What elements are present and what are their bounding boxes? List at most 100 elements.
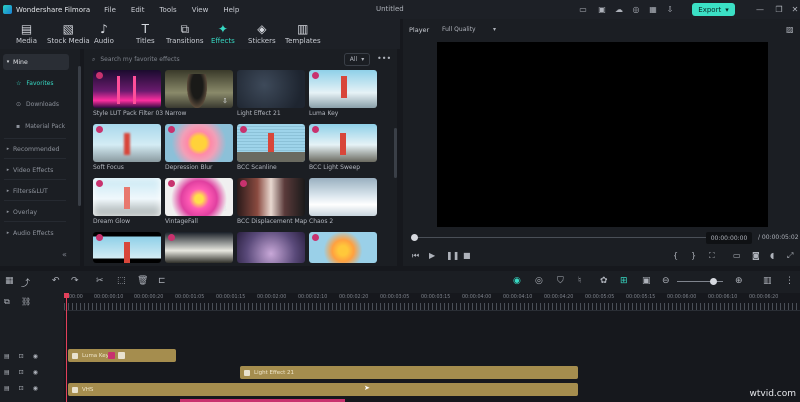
- menu-view[interactable]: View: [192, 6, 209, 14]
- sidebar-item-mine[interactable]: ▾ Mine: [3, 54, 69, 70]
- monitor-icon[interactable]: ▭: [577, 3, 589, 15]
- tab-effects[interactable]: ✦ Effects: [211, 22, 235, 48]
- marker-icon[interactable]: ⛉: [557, 276, 564, 286]
- zoom-slider-handle[interactable]: [710, 278, 717, 285]
- fullscreen-icon[interactable]: ⛶: [709, 251, 715, 261]
- filter-select[interactable]: All ▾: [344, 53, 370, 66]
- eye-icon[interactable]: ◉: [33, 369, 38, 376]
- tab-titles[interactable]: T Titles: [136, 22, 155, 48]
- sidebar-item-material-pack[interactable]: ▪ Material Pack: [16, 123, 65, 130]
- more-vertical-icon[interactable]: ⋮: [785, 276, 794, 286]
- restore-icon[interactable]: ❐: [773, 3, 785, 15]
- search-input[interactable]: ⌕ Search my favorite effects: [92, 53, 425, 66]
- lock-icon[interactable]: ⊡: [19, 385, 24, 392]
- effect-thumbnail[interactable]: [93, 232, 161, 263]
- expand-icon[interactable]: ⤢: [787, 251, 793, 261]
- play-icon[interactable]: ▶: [429, 251, 435, 260]
- render-icon[interactable]: ◎: [535, 276, 543, 286]
- effect-thumbnail[interactable]: [93, 124, 161, 162]
- tab-templates[interactable]: ▥ Templates: [285, 22, 321, 48]
- menu-edit[interactable]: Edit: [131, 6, 145, 14]
- mic-icon[interactable]: ♮: [578, 276, 581, 286]
- menu-help[interactable]: Help: [223, 6, 239, 14]
- volume-icon[interactable]: ◖: [770, 251, 774, 260]
- tab-media[interactable]: ▤ Media: [16, 22, 37, 48]
- timeline-clip-luma-key[interactable]: Luma Key: [68, 349, 176, 362]
- menu-tools[interactable]: Tools: [159, 6, 176, 14]
- sidebar-item-favorites[interactable]: ☆ Favorites: [16, 80, 54, 87]
- picture-in-picture-icon[interactable]: ▣: [642, 276, 651, 286]
- cloud-icon[interactable]: ☁: [613, 3, 625, 15]
- tab-stock-media[interactable]: ▧ Stock Media: [47, 22, 90, 48]
- lock-icon[interactable]: ⊡: [19, 369, 24, 376]
- sidebar-item-downloads[interactable]: ⊙ Downloads: [16, 101, 59, 108]
- snapshot-icon[interactable]: ▨: [786, 25, 794, 34]
- previous-frame-icon[interactable]: ⏮: [412, 251, 419, 261]
- minimize-icon[interactable]: —: [754, 3, 766, 15]
- effect-thumbnail[interactable]: [309, 70, 377, 108]
- sidebar-item-overlay[interactable]: ▸ Overlay: [3, 204, 69, 220]
- sidebar-item-filters-lut[interactable]: ▸ Filters&LUT: [3, 183, 69, 199]
- tab-transitions[interactable]: ⧉ Transitions: [166, 22, 204, 48]
- add-track-icon[interactable]: ⧉: [4, 297, 10, 307]
- effect-thumbnail[interactable]: [237, 124, 305, 162]
- collapse-panel-icon[interactable]: «: [62, 250, 67, 259]
- export-button[interactable]: Export ▾: [692, 3, 735, 16]
- effect-thumbnail[interactable]: [165, 232, 233, 263]
- effects-scrollbar[interactable]: [394, 128, 397, 178]
- mark-out-icon[interactable]: }: [691, 251, 696, 260]
- effect-thumbnail[interactable]: [309, 124, 377, 162]
- effect-thumbnail[interactable]: [93, 178, 161, 216]
- timeline-ruler[interactable]: 00:00 00:00:00:10 00:00:00:20 00:00:01:0…: [64, 293, 800, 311]
- lock-icon[interactable]: ⊡: [19, 353, 24, 360]
- camera-icon[interactable]: ◙: [752, 251, 760, 260]
- effect-thumbnail[interactable]: ⇩: [165, 70, 233, 108]
- sidebar-item-recommended[interactable]: ▸ Recommended: [3, 141, 69, 157]
- effect-thumbnail[interactable]: ⇩: [165, 178, 233, 216]
- video-preview[interactable]: [437, 42, 768, 227]
- effect-thumbnail[interactable]: [309, 178, 377, 216]
- download-icon[interactable]: ⇩: [664, 3, 676, 15]
- layout-icon[interactable]: ▥: [763, 276, 772, 286]
- select-tool-icon[interactable]: ⤴: [21, 276, 30, 289]
- pause-icon[interactable]: ❚❚: [446, 251, 459, 260]
- snap-icon[interactable]: ◉: [513, 276, 521, 286]
- redo-icon[interactable]: ↷: [71, 276, 79, 286]
- crop-icon[interactable]: ⬚: [117, 276, 126, 286]
- tab-stickers[interactable]: ◈ Stickers: [248, 22, 276, 48]
- quality-select[interactable]: Full Quality ▾: [439, 24, 499, 35]
- more-icon[interactable]: •••: [377, 54, 391, 63]
- link-icon[interactable]: ⛓: [21, 297, 31, 306]
- grid-icon[interactable]: ▦: [647, 3, 659, 15]
- effect-thumbnail[interactable]: [237, 232, 305, 263]
- sidebar-scrollbar[interactable]: [78, 66, 81, 206]
- eye-icon[interactable]: ◉: [33, 385, 38, 392]
- zoom-in-icon[interactable]: ⊕: [735, 276, 743, 286]
- playback-scrubber[interactable]: [413, 237, 709, 238]
- effect-thumbnail[interactable]: [165, 124, 233, 162]
- display-icon[interactable]: ▭: [733, 251, 741, 260]
- tab-audio[interactable]: ♪ Audio: [94, 22, 114, 48]
- delete-icon[interactable]: 🗑: [137, 276, 148, 286]
- save-icon[interactable]: ▣: [596, 3, 608, 15]
- zoom-out-icon[interactable]: ⊖: [662, 276, 670, 286]
- grid-icon[interactable]: ▦: [5, 276, 14, 286]
- effect-thumbnail[interactable]: [309, 232, 377, 263]
- menu-file[interactable]: File: [104, 6, 116, 14]
- stop-icon[interactable]: ■: [463, 251, 471, 260]
- support-icon[interactable]: ◎: [630, 3, 642, 15]
- sidebar-item-audio-effects[interactable]: ▸ Audio Effects: [3, 225, 69, 241]
- timeline-clip-light-effect[interactable]: Light Effect 21: [240, 366, 578, 379]
- timeline-clip-vhs[interactable]: VHS: [68, 383, 578, 396]
- sidebar-item-video-effects[interactable]: ▸ Video Effects: [3, 162, 69, 178]
- effect-thumbnail[interactable]: [93, 70, 161, 108]
- ai-icon[interactable]: ✿: [600, 276, 608, 286]
- effect-thumbnail[interactable]: [237, 70, 305, 108]
- mark-in-icon[interactable]: {: [673, 251, 678, 260]
- link-icon[interactable]: ⊞: [620, 276, 628, 286]
- trim-icon[interactable]: ⊏: [158, 276, 166, 286]
- playhead[interactable]: [66, 293, 67, 402]
- close-icon[interactable]: ✕: [789, 3, 800, 15]
- eye-icon[interactable]: ◉: [33, 353, 38, 360]
- split-icon[interactable]: ✂: [96, 276, 104, 286]
